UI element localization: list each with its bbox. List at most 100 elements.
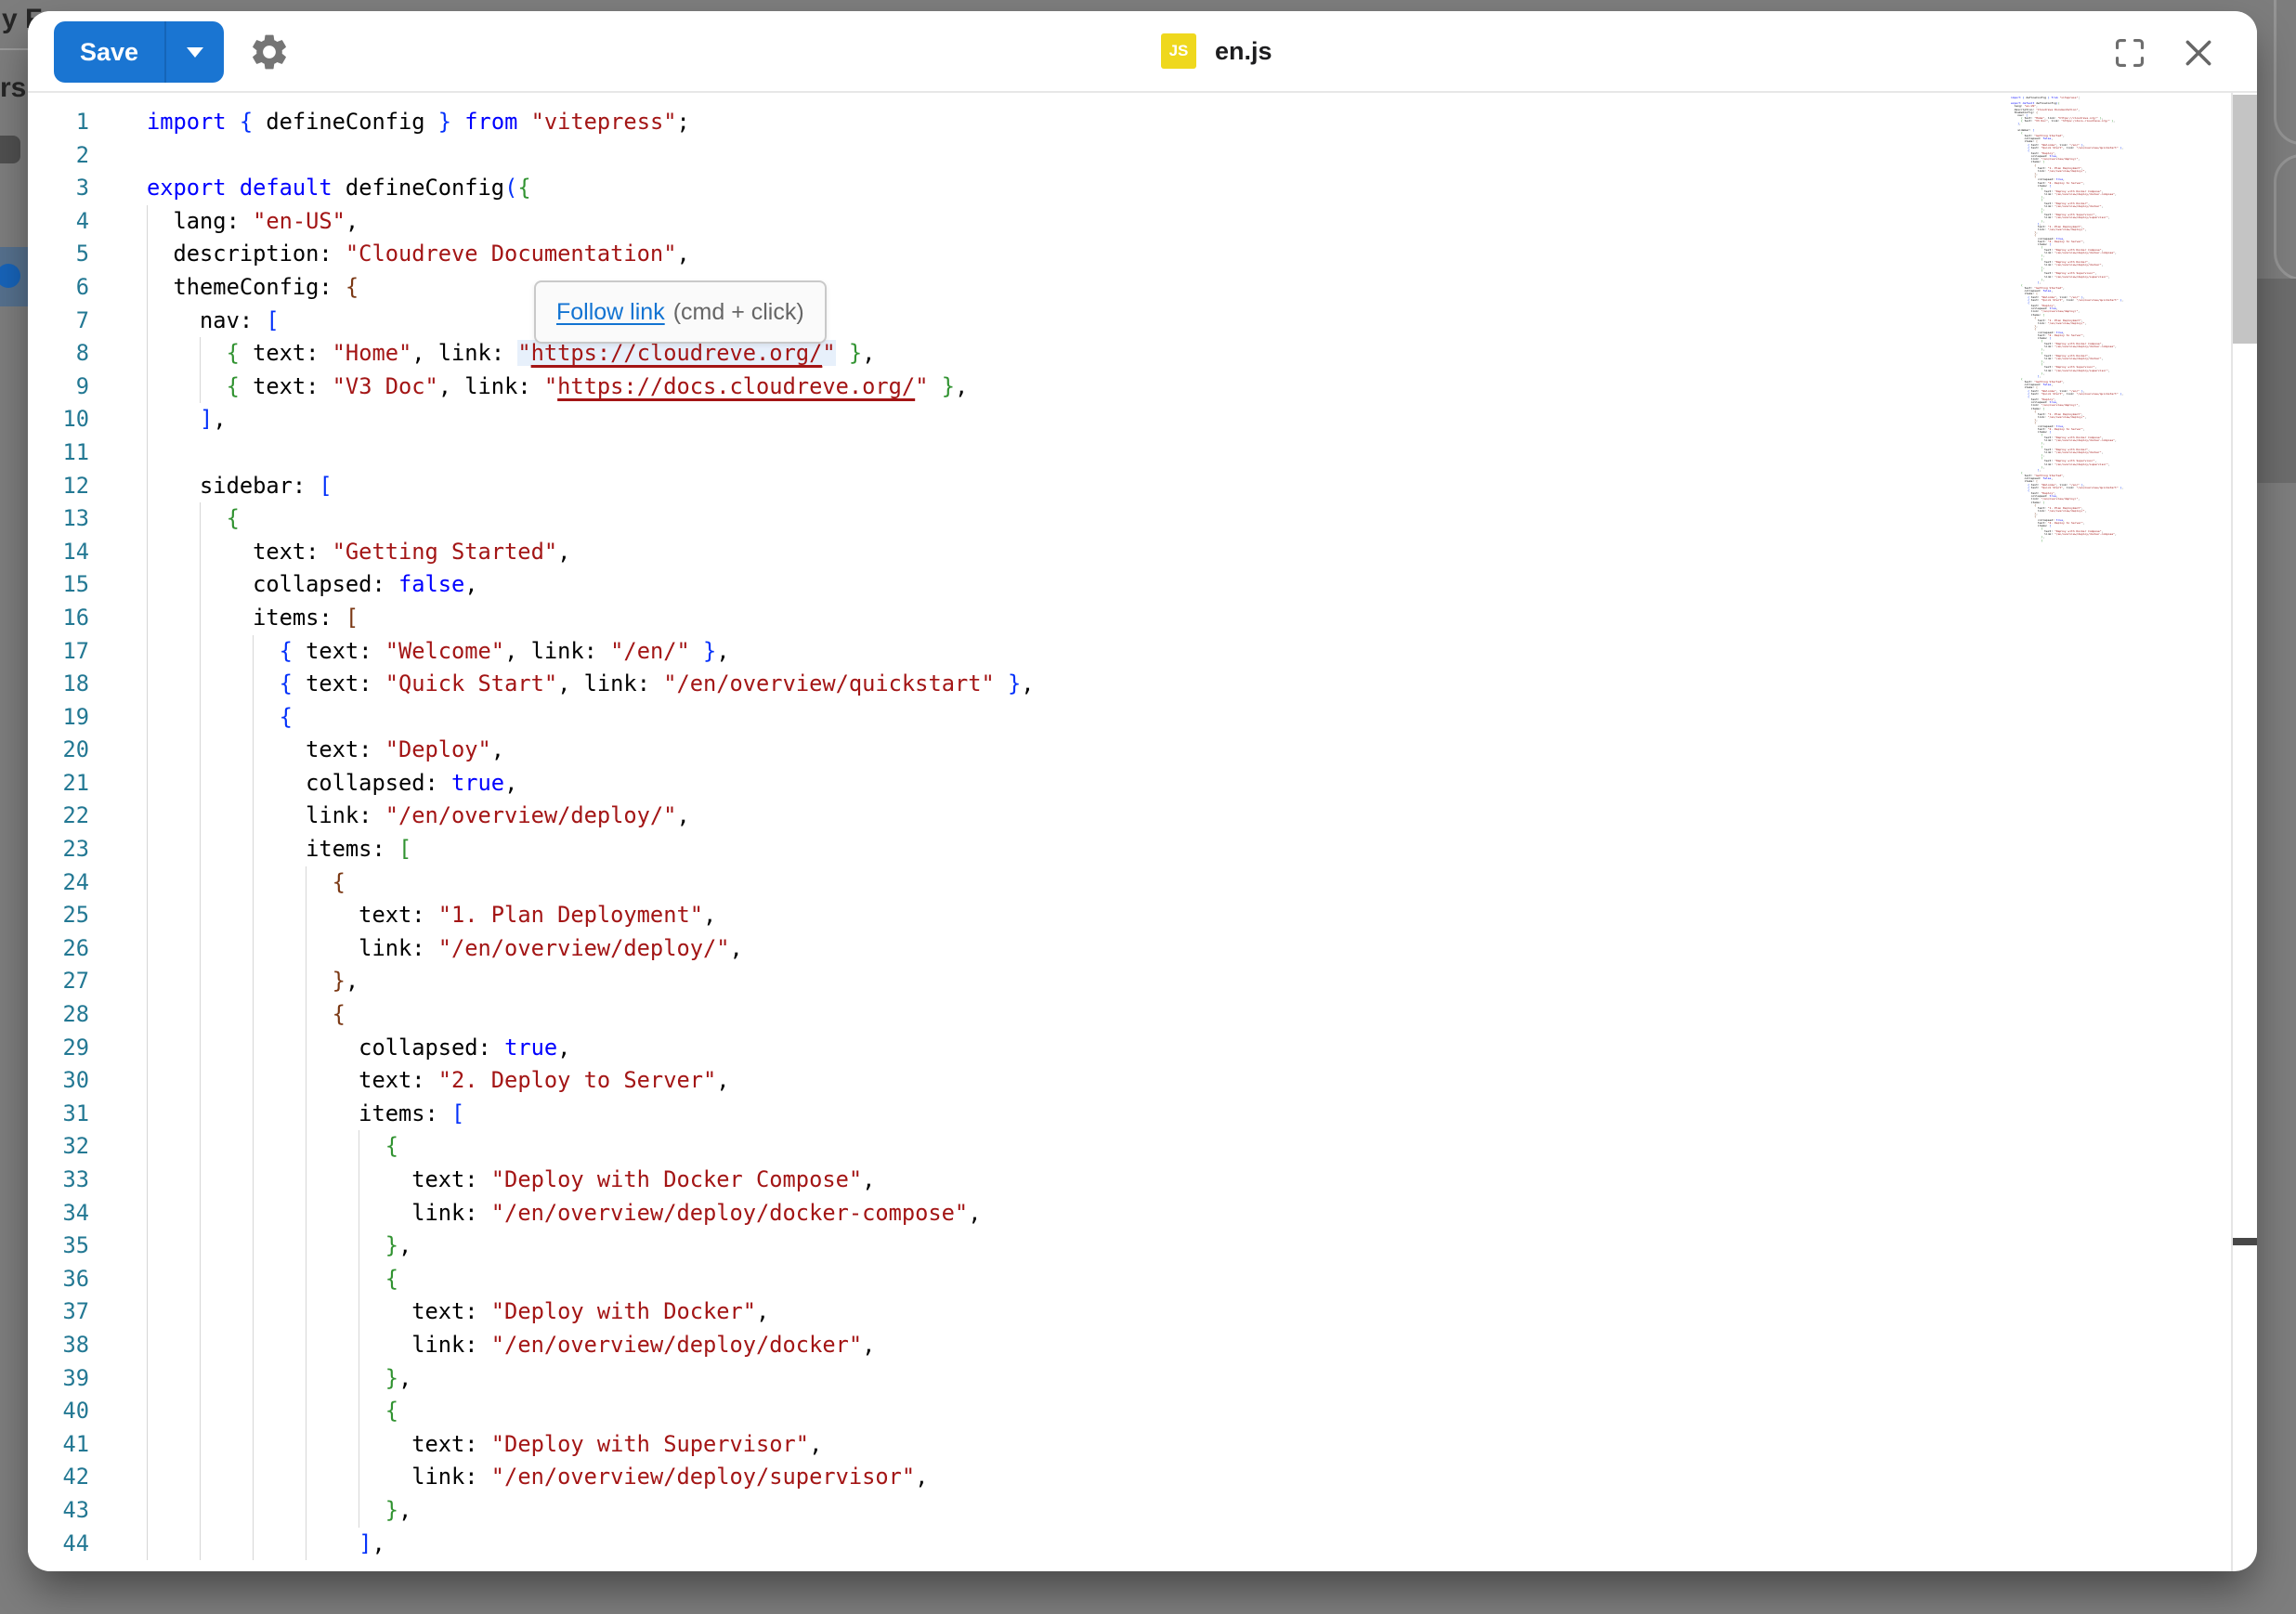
- code-line[interactable]: [147, 436, 2231, 470]
- code-line[interactable]: link: "/en/overview/deploy/docker",: [147, 1329, 2231, 1362]
- code-line[interactable]: collapsed: false,: [147, 568, 2231, 602]
- code-line[interactable]: { text: "Quick Start", link: "/en/overvi…: [147, 668, 2231, 701]
- code-line[interactable]: ],: [147, 403, 2231, 436]
- code-line[interactable]: link: "/en/overview/deploy/",: [147, 800, 2231, 833]
- close-icon: [2180, 34, 2217, 72]
- close-button[interactable]: [2175, 30, 2222, 76]
- code-line[interactable]: items: [: [147, 1098, 2231, 1131]
- code-line[interactable]: { text: "V3 Doc", link: "https://docs.cl…: [147, 371, 2231, 404]
- code-line[interactable]: items: [: [147, 602, 2231, 635]
- line-number: 44: [28, 1528, 89, 1561]
- indent-guide: [306, 866, 307, 900]
- code-line[interactable]: link: "/en/overview/deploy/docker-compos…: [147, 1197, 2231, 1230]
- code-line[interactable]: link: "/en/overview/deploy/",: [147, 932, 2231, 966]
- settings-button[interactable]: [243, 26, 295, 78]
- code-line[interactable]: text: "Getting Started",: [147, 536, 2231, 569]
- code-token: "/en/overview/deploy/": [438, 935, 730, 961]
- code-line[interactable]: text: "2. Deploy to Server",: [147, 1064, 2231, 1098]
- code-line[interactable]: text: "Deploy with Docker Compose",: [147, 1164, 2231, 1197]
- code-line[interactable]: {: [147, 1263, 2231, 1296]
- code-line[interactable]: {: [147, 502, 2231, 536]
- line-number: 22: [28, 800, 89, 833]
- follow-link-tooltip: Follow link (cmd + click): [534, 280, 827, 344]
- code-token: (: [504, 175, 517, 201]
- code-line[interactable]: text: "Deploy with Docker",: [147, 1295, 2231, 1329]
- indent-guide: [147, 371, 148, 404]
- code-token: ,: [862, 1166, 875, 1192]
- file-editor-dialog: Save JS en.js 1234567891011121: [28, 11, 2257, 1571]
- code-line[interactable]: {: [147, 1395, 2231, 1428]
- code-token: "/en/overview/deploy/": [385, 802, 677, 828]
- code-line[interactable]: text: "1. Plan Deployment",: [147, 899, 2231, 932]
- code-line[interactable]: },: [147, 1494, 2231, 1528]
- code-line[interactable]: themeConfig: {: [147, 271, 2231, 305]
- code-line[interactable]: description: "Cloudreve Documentation",: [147, 238, 2231, 271]
- indent-guide: [253, 965, 254, 998]
- save-options-dropdown[interactable]: [166, 21, 224, 83]
- code-token: }: [385, 1365, 398, 1391]
- fullscreen-button[interactable]: [2107, 30, 2153, 76]
- indent-guide: [306, 1494, 307, 1528]
- code-line[interactable]: import { defineConfig } from "vitepress"…: [147, 106, 2231, 139]
- code-line[interactable]: { text: "Home", link: "https://cloudreve…: [147, 337, 2231, 371]
- code-line[interactable]: text: "Deploy",: [147, 734, 2231, 767]
- code-line[interactable]: link: "/en/overview/deploy/supervisor",: [147, 1461, 2231, 1494]
- code-link[interactable]: https://cloudreve.org/: [531, 340, 823, 366]
- code-line[interactable]: items: [: [147, 833, 2231, 866]
- code-line[interactable]: },: [147, 965, 2231, 998]
- code-line[interactable]: },: [147, 1362, 2231, 1396]
- indent-guide: [147, 1528, 148, 1561]
- code-token: [928, 373, 941, 399]
- minimap[interactable]: import { defineConfig } from "vitepress"…: [2011, 97, 2231, 1490]
- code-token: ,: [491, 736, 504, 762]
- save-button[interactable]: Save: [54, 21, 164, 83]
- code-line[interactable]: nav: [: [147, 305, 2231, 338]
- code-line[interactable]: {: [147, 998, 2231, 1032]
- indent-guide: [147, 205, 148, 239]
- code-token: items:: [147, 605, 346, 631]
- code-line[interactable]: {: [147, 866, 2231, 900]
- line-number: 41: [28, 1428, 89, 1462]
- follow-link-action[interactable]: Follow link: [556, 299, 665, 326]
- code-line[interactable]: collapsed: true,: [147, 767, 2231, 800]
- vertical-scrollbar-thumb[interactable]: [2233, 95, 2257, 344]
- indent-guide: [147, 1197, 148, 1230]
- code-line[interactable]: lang: "en-US",: [147, 205, 2231, 239]
- code-line[interactable]: },: [147, 1230, 2231, 1263]
- code-line[interactable]: {: [147, 701, 2231, 735]
- code-token: ,: [398, 1365, 411, 1391]
- code-token: "Deploy with Docker Compose": [491, 1166, 862, 1192]
- indent-guide: [200, 1428, 201, 1462]
- code-line[interactable]: { text: "Welcome", link: "/en/" },: [147, 635, 2231, 669]
- indent-guide: [147, 1064, 148, 1098]
- code-token: false: [398, 571, 464, 597]
- indent-guide: [253, 734, 254, 767]
- code-token: [147, 968, 333, 994]
- line-number: 29: [28, 1032, 89, 1065]
- code-link[interactable]: https://docs.cloudreve.org/: [557, 373, 915, 399]
- code-line[interactable]: {: [147, 1130, 2231, 1164]
- line-number: 15: [28, 568, 89, 602]
- code-line[interactable]: [147, 139, 2231, 173]
- code-line[interactable]: export default defineConfig({: [147, 172, 2231, 205]
- line-number: 27: [28, 965, 89, 998]
- line-number-gutter: 1234567891011121314151617181920212223242…: [28, 106, 89, 1560]
- code-content[interactable]: import { defineConfig } from "vitepress"…: [147, 106, 2231, 1560]
- indent-guide: [147, 1494, 148, 1528]
- gear-icon: [248, 31, 291, 73]
- overview-ruler-cursor-mark: [2233, 1238, 2257, 1245]
- code-line[interactable]: text: "Deploy with Supervisor",: [147, 1428, 2231, 1462]
- indent-guide: [253, 899, 254, 932]
- code-token: [147, 1232, 385, 1258]
- code-editor[interactable]: 1234567891011121314151617181920212223242…: [28, 93, 2231, 1571]
- code-line[interactable]: ],: [147, 1528, 2231, 1561]
- line-number: 20: [28, 734, 89, 767]
- code-token: [147, 505, 227, 531]
- code-line[interactable]: collapsed: true,: [147, 1032, 2231, 1065]
- code-token: text:: [240, 340, 333, 366]
- code-token: link:: [147, 935, 438, 961]
- indent-guide: [147, 436, 148, 470]
- code-token: }: [942, 373, 955, 399]
- indent-guide: [306, 1428, 307, 1462]
- code-line[interactable]: sidebar: [: [147, 470, 2231, 503]
